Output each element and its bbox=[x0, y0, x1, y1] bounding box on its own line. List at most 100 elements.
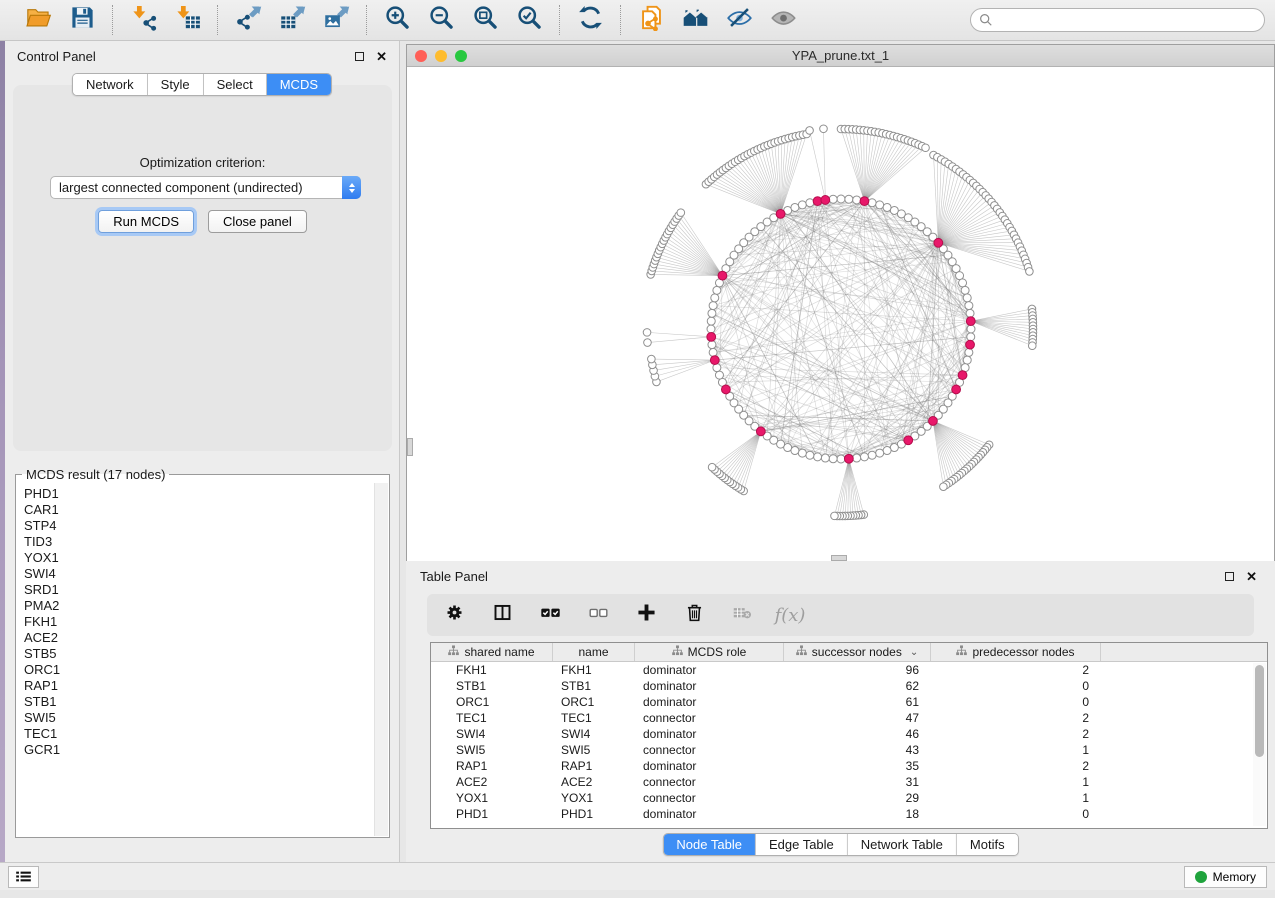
table-panel: Table Panel ✕ f(x) shared namenameMCDS r… bbox=[406, 561, 1275, 862]
mcds-result-item[interactable]: PHD1 bbox=[24, 486, 373, 502]
export-image-button[interactable] bbox=[317, 4, 355, 36]
mcds-result-item[interactable]: PMA2 bbox=[24, 598, 373, 614]
memory-label: Memory bbox=[1213, 870, 1256, 884]
hide-selected-icon bbox=[726, 4, 753, 36]
column-header-MCDS-role[interactable]: MCDS role bbox=[635, 643, 784, 661]
mcds-result-item[interactable]: RAP1 bbox=[24, 678, 373, 694]
import-table-button[interactable] bbox=[168, 4, 206, 36]
mcds-result-item[interactable]: SWI4 bbox=[24, 566, 373, 582]
table-row[interactable]: STB1STB1dominator620 bbox=[431, 678, 1267, 694]
tab-style[interactable]: Style bbox=[148, 74, 204, 95]
table-tab-node-table[interactable]: Node Table bbox=[663, 834, 756, 855]
main-toolbar bbox=[0, 0, 1275, 41]
mcds-result-item[interactable]: ORC1 bbox=[24, 662, 373, 678]
network-window-title: YPA_prune.txt_1 bbox=[407, 48, 1274, 63]
show-columns-button[interactable] bbox=[489, 602, 515, 628]
hide-selected-button[interactable] bbox=[720, 4, 758, 36]
cell: dominator bbox=[635, 679, 784, 693]
search-input[interactable] bbox=[998, 12, 1256, 29]
table-header-row: shared namenameMCDS rolesuccessor nodes⌄… bbox=[431, 643, 1267, 662]
table-row[interactable]: SWI5SWI5connector431 bbox=[431, 742, 1267, 758]
table-row[interactable]: RAP1RAP1dominator352 bbox=[431, 758, 1267, 774]
network-vertical-scroll-thumb[interactable] bbox=[407, 438, 413, 456]
table-tabs: Node TableEdge TableNetwork TableMotifs bbox=[662, 833, 1018, 856]
run-mcds-button[interactable]: Run MCDS bbox=[98, 210, 194, 233]
add-entry-button[interactable] bbox=[633, 602, 659, 628]
close-table-panel-icon[interactable]: ✕ bbox=[1246, 570, 1257, 583]
column-header-successor-nodes[interactable]: successor nodes⌄ bbox=[784, 643, 931, 661]
float-table-panel-icon[interactable] bbox=[1225, 572, 1234, 581]
mcds-result-item[interactable]: STB5 bbox=[24, 646, 373, 662]
network-graph[interactable] bbox=[407, 67, 1274, 561]
show-all-button[interactable] bbox=[764, 4, 802, 36]
export-table-button[interactable] bbox=[273, 4, 311, 36]
table-settings-button[interactable] bbox=[441, 602, 467, 628]
cell: dominator bbox=[635, 727, 784, 741]
task-history-button[interactable] bbox=[8, 866, 39, 888]
mcds-result-item[interactable]: SWI5 bbox=[24, 710, 373, 726]
table-row[interactable]: SWI4SWI4dominator462 bbox=[431, 726, 1267, 742]
network-canvas[interactable] bbox=[407, 67, 1274, 561]
cell: 31 bbox=[784, 775, 931, 789]
zoom-out-icon bbox=[428, 4, 455, 36]
network-window-titlebar[interactable]: YPA_prune.txt_1 bbox=[407, 45, 1274, 67]
close-panel-button[interactable]: Close panel bbox=[208, 210, 307, 233]
cell: ACE2 bbox=[431, 775, 553, 789]
mcds-result-item[interactable]: ACE2 bbox=[24, 630, 373, 646]
mcds-result-item[interactable]: STB1 bbox=[24, 694, 373, 710]
mcds-result-item[interactable]: CAR1 bbox=[24, 502, 373, 518]
table-row[interactable]: ACE2ACE2connector311 bbox=[431, 774, 1267, 790]
mcds-result-item[interactable]: STP4 bbox=[24, 518, 373, 534]
table-settings-icon bbox=[444, 602, 465, 628]
deselect-all-rows-button[interactable] bbox=[585, 602, 611, 628]
table-row[interactable]: FKH1FKH1dominator962 bbox=[431, 662, 1267, 678]
column-header-predecessor-nodes[interactable]: predecessor nodes bbox=[931, 643, 1101, 661]
delete-entry-button[interactable] bbox=[681, 602, 707, 628]
import-network-button[interactable] bbox=[124, 4, 162, 36]
mcds-result-item[interactable]: SRD1 bbox=[24, 582, 373, 598]
table-tab-network-table[interactable]: Network Table bbox=[848, 834, 957, 855]
save-session-button[interactable] bbox=[63, 4, 101, 36]
table-row[interactable]: YOX1YOX1connector291 bbox=[431, 790, 1267, 806]
mcds-result-item[interactable]: GCR1 bbox=[24, 742, 373, 758]
memory-button[interactable]: Memory bbox=[1184, 866, 1267, 888]
column-header-name[interactable]: name bbox=[553, 643, 635, 661]
zoom-fit-button[interactable] bbox=[466, 4, 504, 36]
tab-select[interactable]: Select bbox=[204, 74, 267, 95]
mcds-result-item[interactable]: TEC1 bbox=[24, 726, 373, 742]
toolbar-separator bbox=[620, 5, 621, 35]
close-panel-icon[interactable]: ✕ bbox=[376, 50, 387, 63]
criterion-select[interactable]: largest connected component (undirected) bbox=[50, 176, 361, 199]
export-network-button[interactable] bbox=[229, 4, 267, 36]
toolbar-separator bbox=[559, 5, 560, 35]
float-panel-icon[interactable] bbox=[355, 52, 364, 61]
table-tab-motifs[interactable]: Motifs bbox=[957, 834, 1018, 855]
open-file-button[interactable] bbox=[19, 4, 57, 36]
zoom-out-button[interactable] bbox=[422, 4, 460, 36]
table-toolbar: f(x) bbox=[427, 594, 1254, 636]
mcds-result-item[interactable]: TID3 bbox=[24, 534, 373, 550]
zoom-in-button[interactable] bbox=[378, 4, 416, 36]
table-row[interactable]: PHD1PHD1dominator180 bbox=[431, 806, 1267, 822]
select-all-rows-button[interactable] bbox=[537, 602, 563, 628]
cell: dominator bbox=[635, 807, 784, 821]
export-image-icon bbox=[323, 4, 350, 36]
clone-network-button[interactable] bbox=[632, 4, 670, 36]
mcds-result-item[interactable]: YOX1 bbox=[24, 550, 373, 566]
mcds-result-scrollbar[interactable] bbox=[374, 483, 388, 836]
cell: SWI5 bbox=[553, 743, 635, 757]
zoom-selected-button[interactable] bbox=[510, 4, 548, 36]
mcds-result-item[interactable]: FKH1 bbox=[24, 614, 373, 630]
search-box[interactable] bbox=[970, 8, 1265, 32]
tab-mcds[interactable]: MCDS bbox=[267, 74, 331, 95]
table-tab-edge-table[interactable]: Edge Table bbox=[756, 834, 848, 855]
first-neighbors-button[interactable] bbox=[676, 4, 714, 36]
column-header-shared-name[interactable]: shared name bbox=[431, 643, 553, 661]
cell: PHD1 bbox=[431, 807, 553, 821]
tab-network[interactable]: Network bbox=[73, 74, 148, 95]
table-scrollbar[interactable] bbox=[1253, 663, 1266, 826]
refresh-view-button[interactable] bbox=[571, 4, 609, 36]
delete-entry-icon bbox=[684, 602, 705, 628]
table-row[interactable]: TEC1TEC1connector472 bbox=[431, 710, 1267, 726]
table-row[interactable]: ORC1ORC1dominator610 bbox=[431, 694, 1267, 710]
